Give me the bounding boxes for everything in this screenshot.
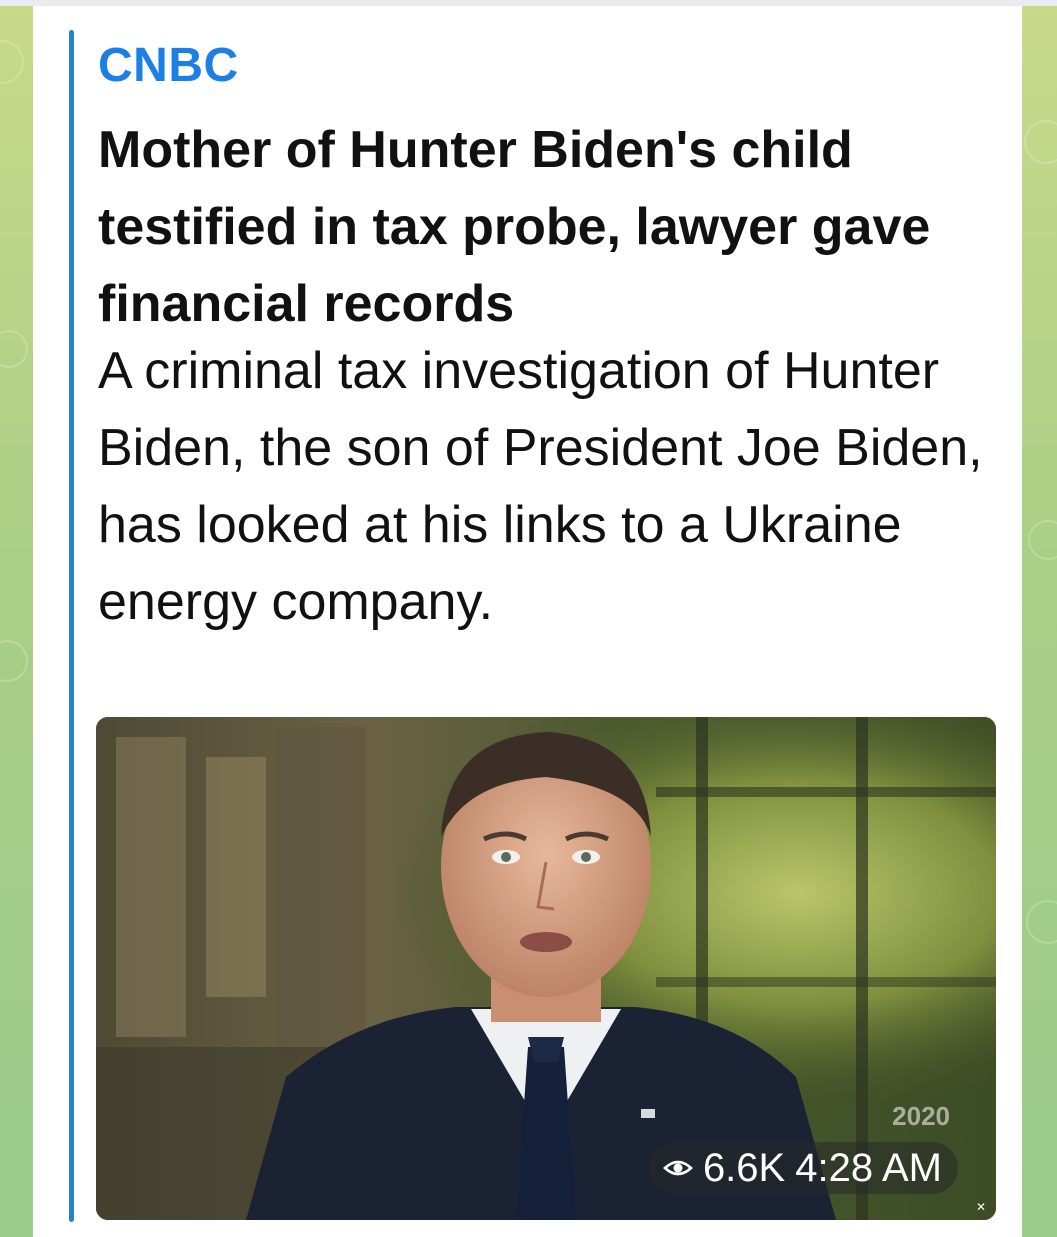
eye-icon	[663, 1160, 693, 1176]
link-preview-description: A criminal tax investigation of Hunter B…	[98, 342, 983, 631]
wallpaper-doodle	[0, 640, 28, 682]
wallpaper-doodle	[0, 330, 28, 368]
corner-badge-icon: ✕	[975, 1200, 987, 1214]
link-preview-video[interactable]: 2020 6.6K 4:28 AM ✕	[96, 717, 996, 1220]
broadcast-watermark: 2020	[892, 1101, 950, 1131]
link-preview-title[interactable]: Mother of Hunter Biden's child testified…	[98, 112, 998, 343]
wallpaper-doodle	[1024, 120, 1057, 164]
message-time: 4:28 AM	[795, 1146, 942, 1190]
view-count-time-pill: 6.6K 4:28 AM	[648, 1142, 958, 1194]
link-preview-accent-bar	[69, 30, 74, 1222]
link-preview-site-name[interactable]: CNBC	[98, 40, 239, 92]
view-count: 6.6K	[702, 1146, 786, 1190]
wallpaper-doodle	[1026, 900, 1057, 944]
wallpaper-doodle	[0, 40, 24, 84]
wallpaper-doodle	[1028, 520, 1057, 560]
chat-background: CNBC Mother of Hunter Biden's child test…	[0, 0, 1057, 1237]
